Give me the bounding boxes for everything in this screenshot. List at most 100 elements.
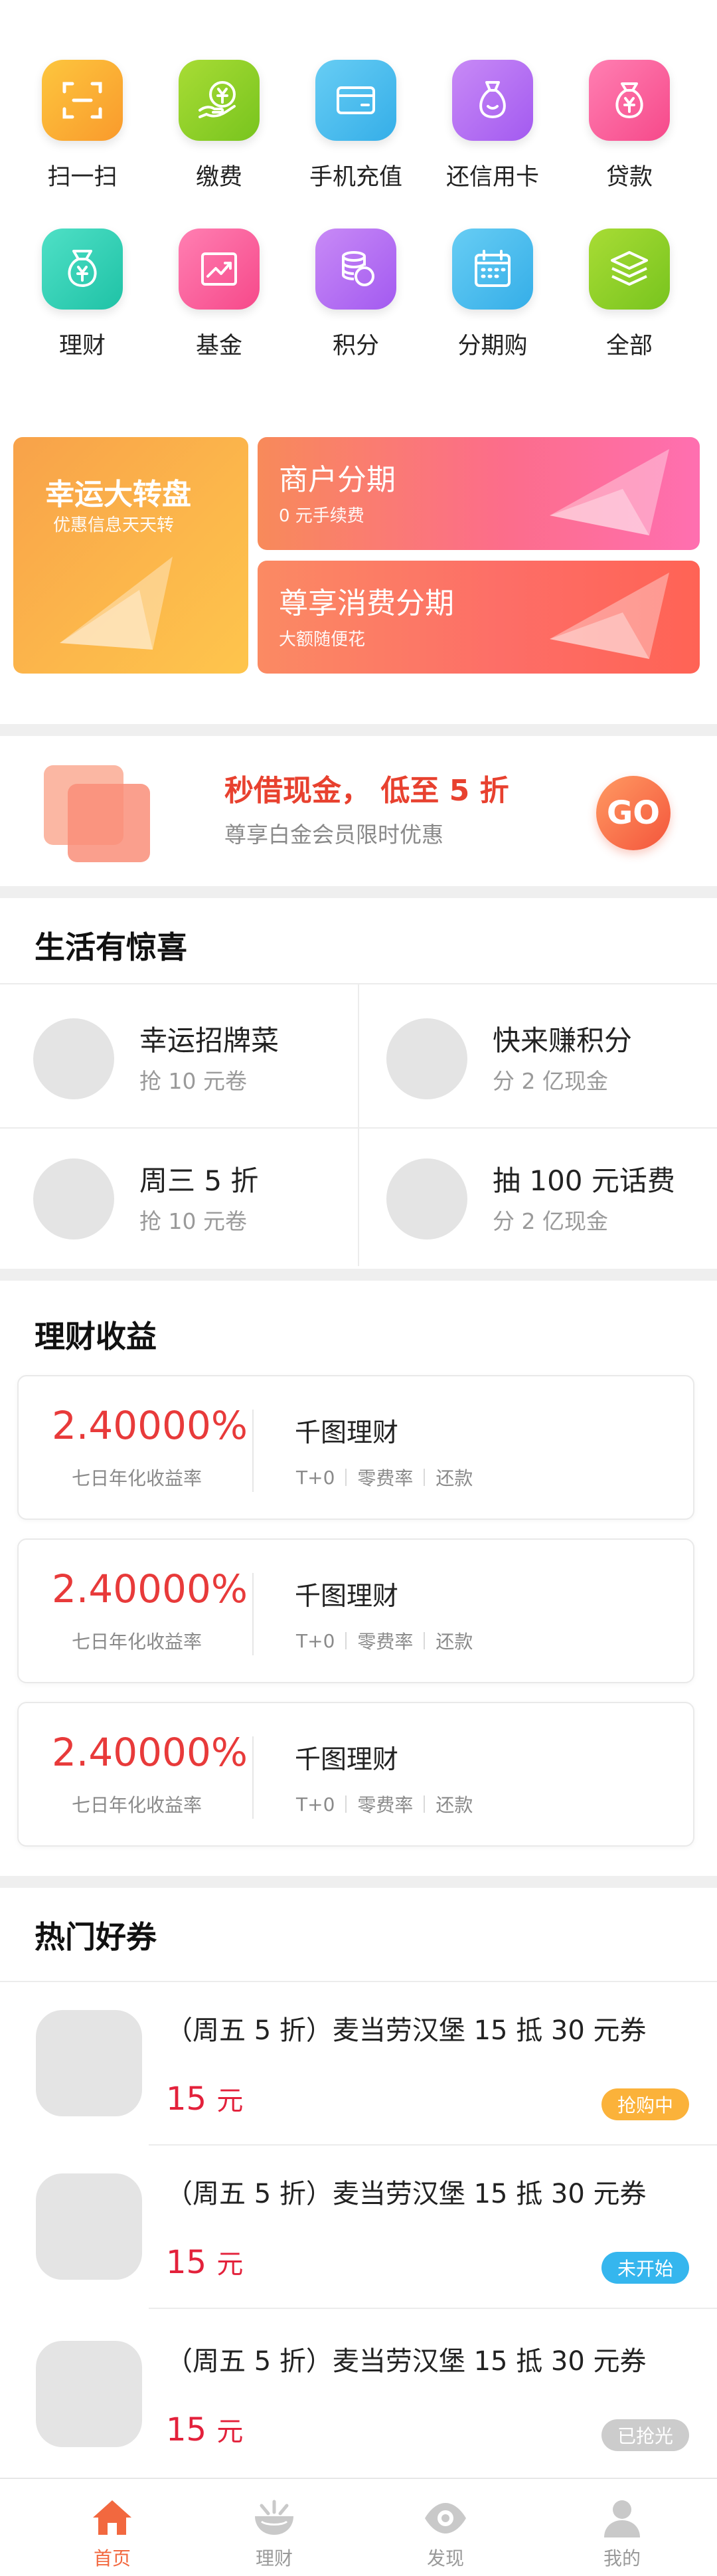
finance-rate-label: 七日年化收益率 bbox=[72, 1467, 202, 1489]
go-button[interactable]: GO bbox=[596, 776, 671, 850]
section-divider bbox=[0, 1269, 717, 1281]
section-title-coupons: 热门好券 bbox=[35, 1919, 157, 1955]
grid-item-payment[interactable]: 缴费 bbox=[151, 60, 287, 213]
user-icon bbox=[604, 2500, 640, 2537]
finance-rate: 2.40000% bbox=[52, 1403, 248, 1448]
finance-card[interactable]: 2.40000% 七日年化收益率 千图理财 T+0 零费率 还款 bbox=[17, 1702, 694, 1847]
card-icon bbox=[315, 60, 396, 141]
grid-label: 全部 bbox=[605, 333, 653, 359]
finance-rate: 2.40000% bbox=[52, 1730, 248, 1775]
coupon-status-badge[interactable]: 未开始 bbox=[601, 2252, 689, 2284]
finance-tag: 零费率 bbox=[357, 1467, 414, 1489]
life-item[interactable]: 周三 5 折 抢 10 元卷 bbox=[0, 1125, 358, 1266]
life-item-image bbox=[386, 1018, 467, 1099]
life-item-sub: 抢 10 元卷 bbox=[139, 1068, 247, 1094]
finance-tag: T+0 bbox=[296, 1466, 335, 1489]
tab-label: 我的 bbox=[603, 2547, 641, 2569]
tab-discover[interactable]: 发现 bbox=[356, 2479, 535, 2576]
promo-title: 尊享消费分期 bbox=[279, 587, 454, 620]
grid-label: 积分 bbox=[332, 333, 379, 359]
section-divider bbox=[0, 724, 717, 736]
grid-item-wealth[interactable]: 理财 bbox=[14, 229, 151, 381]
finance-rate-label: 七日年化收益率 bbox=[72, 1631, 202, 1653]
tab-label: 发现 bbox=[426, 2547, 464, 2569]
life-item-sub: 分 2 亿现金 bbox=[493, 1068, 608, 1094]
tab-finance[interactable]: 理财 bbox=[185, 2479, 364, 2576]
coupon-item[interactable]: （周五 5 折）麦当劳汉堡 15 抵 30 元券 15 元 抢购中 bbox=[0, 1982, 717, 2147]
coupon-title: （周五 5 折）麦当劳汉堡 15 抵 30 元券 bbox=[166, 2346, 647, 2377]
tab-label: 首页 bbox=[93, 2547, 131, 2569]
grid-label: 贷款 bbox=[605, 164, 653, 191]
scan-icon bbox=[42, 60, 123, 141]
promo-subtitle: 大额随便花 bbox=[279, 630, 366, 650]
tab-mine[interactable]: 我的 bbox=[532, 2479, 712, 2576]
triangle-decoration-icon bbox=[550, 573, 669, 659]
life-item-sub: 分 2 亿现金 bbox=[493, 1208, 608, 1234]
section-title-life: 生活有惊喜 bbox=[35, 929, 187, 965]
life-item[interactable]: 抽 100 元话费 分 2 亿现金 bbox=[353, 1125, 712, 1266]
cards-icon bbox=[44, 765, 150, 862]
feature-grid: 扫一扫 缴费 手机充值 还信用卡 贷款 理财 基金 积分 分期购 全部 bbox=[0, 0, 717, 372]
finance-product-name: 千图理财 bbox=[295, 1745, 399, 1775]
grid-item-scan[interactable]: 扫一扫 bbox=[14, 60, 151, 213]
grid-item-credit[interactable]: 还信用卡 bbox=[424, 60, 561, 213]
finance-tags: T+0 零费率 还款 bbox=[296, 1791, 473, 1817]
coupon-item[interactable]: （周五 5 折）麦当劳汉堡 15 抵 30 元券 15 元 未开始 bbox=[0, 2146, 717, 2310]
coupon-item[interactable]: （周五 5 折）麦当劳汉堡 15 抵 30 元券 15 元 已抢光 bbox=[0, 2313, 717, 2478]
coupon-image bbox=[36, 2341, 142, 2447]
grid-item-fund[interactable]: 基金 bbox=[151, 229, 287, 381]
coupon-price: 15 元 bbox=[166, 2244, 244, 2281]
section-divider bbox=[0, 886, 717, 898]
promo-title: 幸运大转盘 bbox=[45, 478, 191, 511]
life-item-image bbox=[33, 1158, 114, 1240]
coupon-image bbox=[36, 2010, 142, 2116]
promo-subtitle: 0 元手续费 bbox=[279, 506, 364, 526]
home-icon bbox=[93, 2500, 131, 2535]
finance-tag: 还款 bbox=[436, 1467, 473, 1489]
bottom-tab-bar: 首页 理财 发现 我的 bbox=[0, 2478, 717, 2575]
finance-rate: 2.40000% bbox=[52, 1566, 248, 1611]
grid-label: 分期购 bbox=[457, 333, 528, 359]
card-divider bbox=[252, 1573, 254, 1655]
finance-tag: T+0 bbox=[296, 1793, 335, 1815]
promo-merchant-installment[interactable]: 商户分期 0 元手续费 bbox=[258, 437, 700, 550]
life-item[interactable]: 快来赚积分 分 2 亿现金 bbox=[353, 985, 712, 1126]
grid-label: 缴费 bbox=[195, 164, 242, 191]
finance-bowl-icon bbox=[255, 2500, 293, 2535]
eye-icon bbox=[425, 2503, 466, 2533]
coupon-image bbox=[36, 2173, 142, 2280]
tab-home[interactable]: 首页 bbox=[23, 2479, 202, 2576]
finance-card[interactable]: 2.40000% 七日年化收益率 千图理财 T+0 零费率 还款 bbox=[17, 1375, 694, 1520]
life-item-name: 幸运招牌菜 bbox=[139, 1024, 279, 1057]
finance-tag: 还款 bbox=[436, 1631, 473, 1653]
coupon-status-badge[interactable]: 已抢光 bbox=[601, 2419, 689, 2451]
grid-item-points[interactable]: 积分 bbox=[287, 229, 424, 381]
grid-label: 理财 bbox=[58, 333, 106, 359]
promo-lucky-wheel[interactable]: 幸运大转盘 优惠信息天天转 bbox=[13, 437, 248, 674]
life-item-name: 周三 5 折 bbox=[139, 1164, 259, 1197]
finance-tag: 还款 bbox=[436, 1794, 473, 1816]
yuan-bag-icon bbox=[589, 60, 670, 141]
finance-product-name: 千图理财 bbox=[295, 1418, 399, 1448]
grid-item-recharge[interactable]: 手机充值 bbox=[287, 60, 424, 213]
coupon-title: （周五 5 折）麦当劳汉堡 15 抵 30 元券 bbox=[166, 2179, 647, 2209]
grid-item-installment[interactable]: 分期购 bbox=[424, 229, 561, 381]
finance-card[interactable]: 2.40000% 七日年化收益率 千图理财 T+0 零费率 还款 bbox=[17, 1538, 694, 1683]
triangle-decoration-icon bbox=[550, 449, 669, 535]
finance-tags: T+0 零费率 还款 bbox=[296, 1464, 473, 1491]
cash-title: 秒借现金， 低至 5 折 bbox=[224, 774, 509, 808]
grid-label: 基金 bbox=[195, 333, 242, 359]
life-item-image bbox=[386, 1158, 467, 1240]
coupon-status-badge[interactable]: 抢购中 bbox=[601, 2088, 689, 2120]
promo-consumer-installment[interactable]: 尊享消费分期 大额随便花 bbox=[258, 561, 700, 674]
life-item-name: 抽 100 元话费 bbox=[493, 1164, 675, 1197]
grid-item-loan[interactable]: 贷款 bbox=[561, 60, 698, 213]
layers-icon bbox=[589, 229, 670, 310]
life-item-name: 快来赚积分 bbox=[493, 1024, 633, 1057]
life-item-image bbox=[33, 1018, 114, 1099]
finance-tag: T+0 bbox=[296, 1629, 335, 1652]
life-item[interactable]: 幸运招牌菜 抢 10 元卷 bbox=[0, 985, 358, 1126]
finance-tags: T+0 零费率 还款 bbox=[296, 1627, 473, 1654]
card-divider bbox=[252, 1410, 254, 1492]
grid-item-all[interactable]: 全部 bbox=[561, 229, 698, 381]
